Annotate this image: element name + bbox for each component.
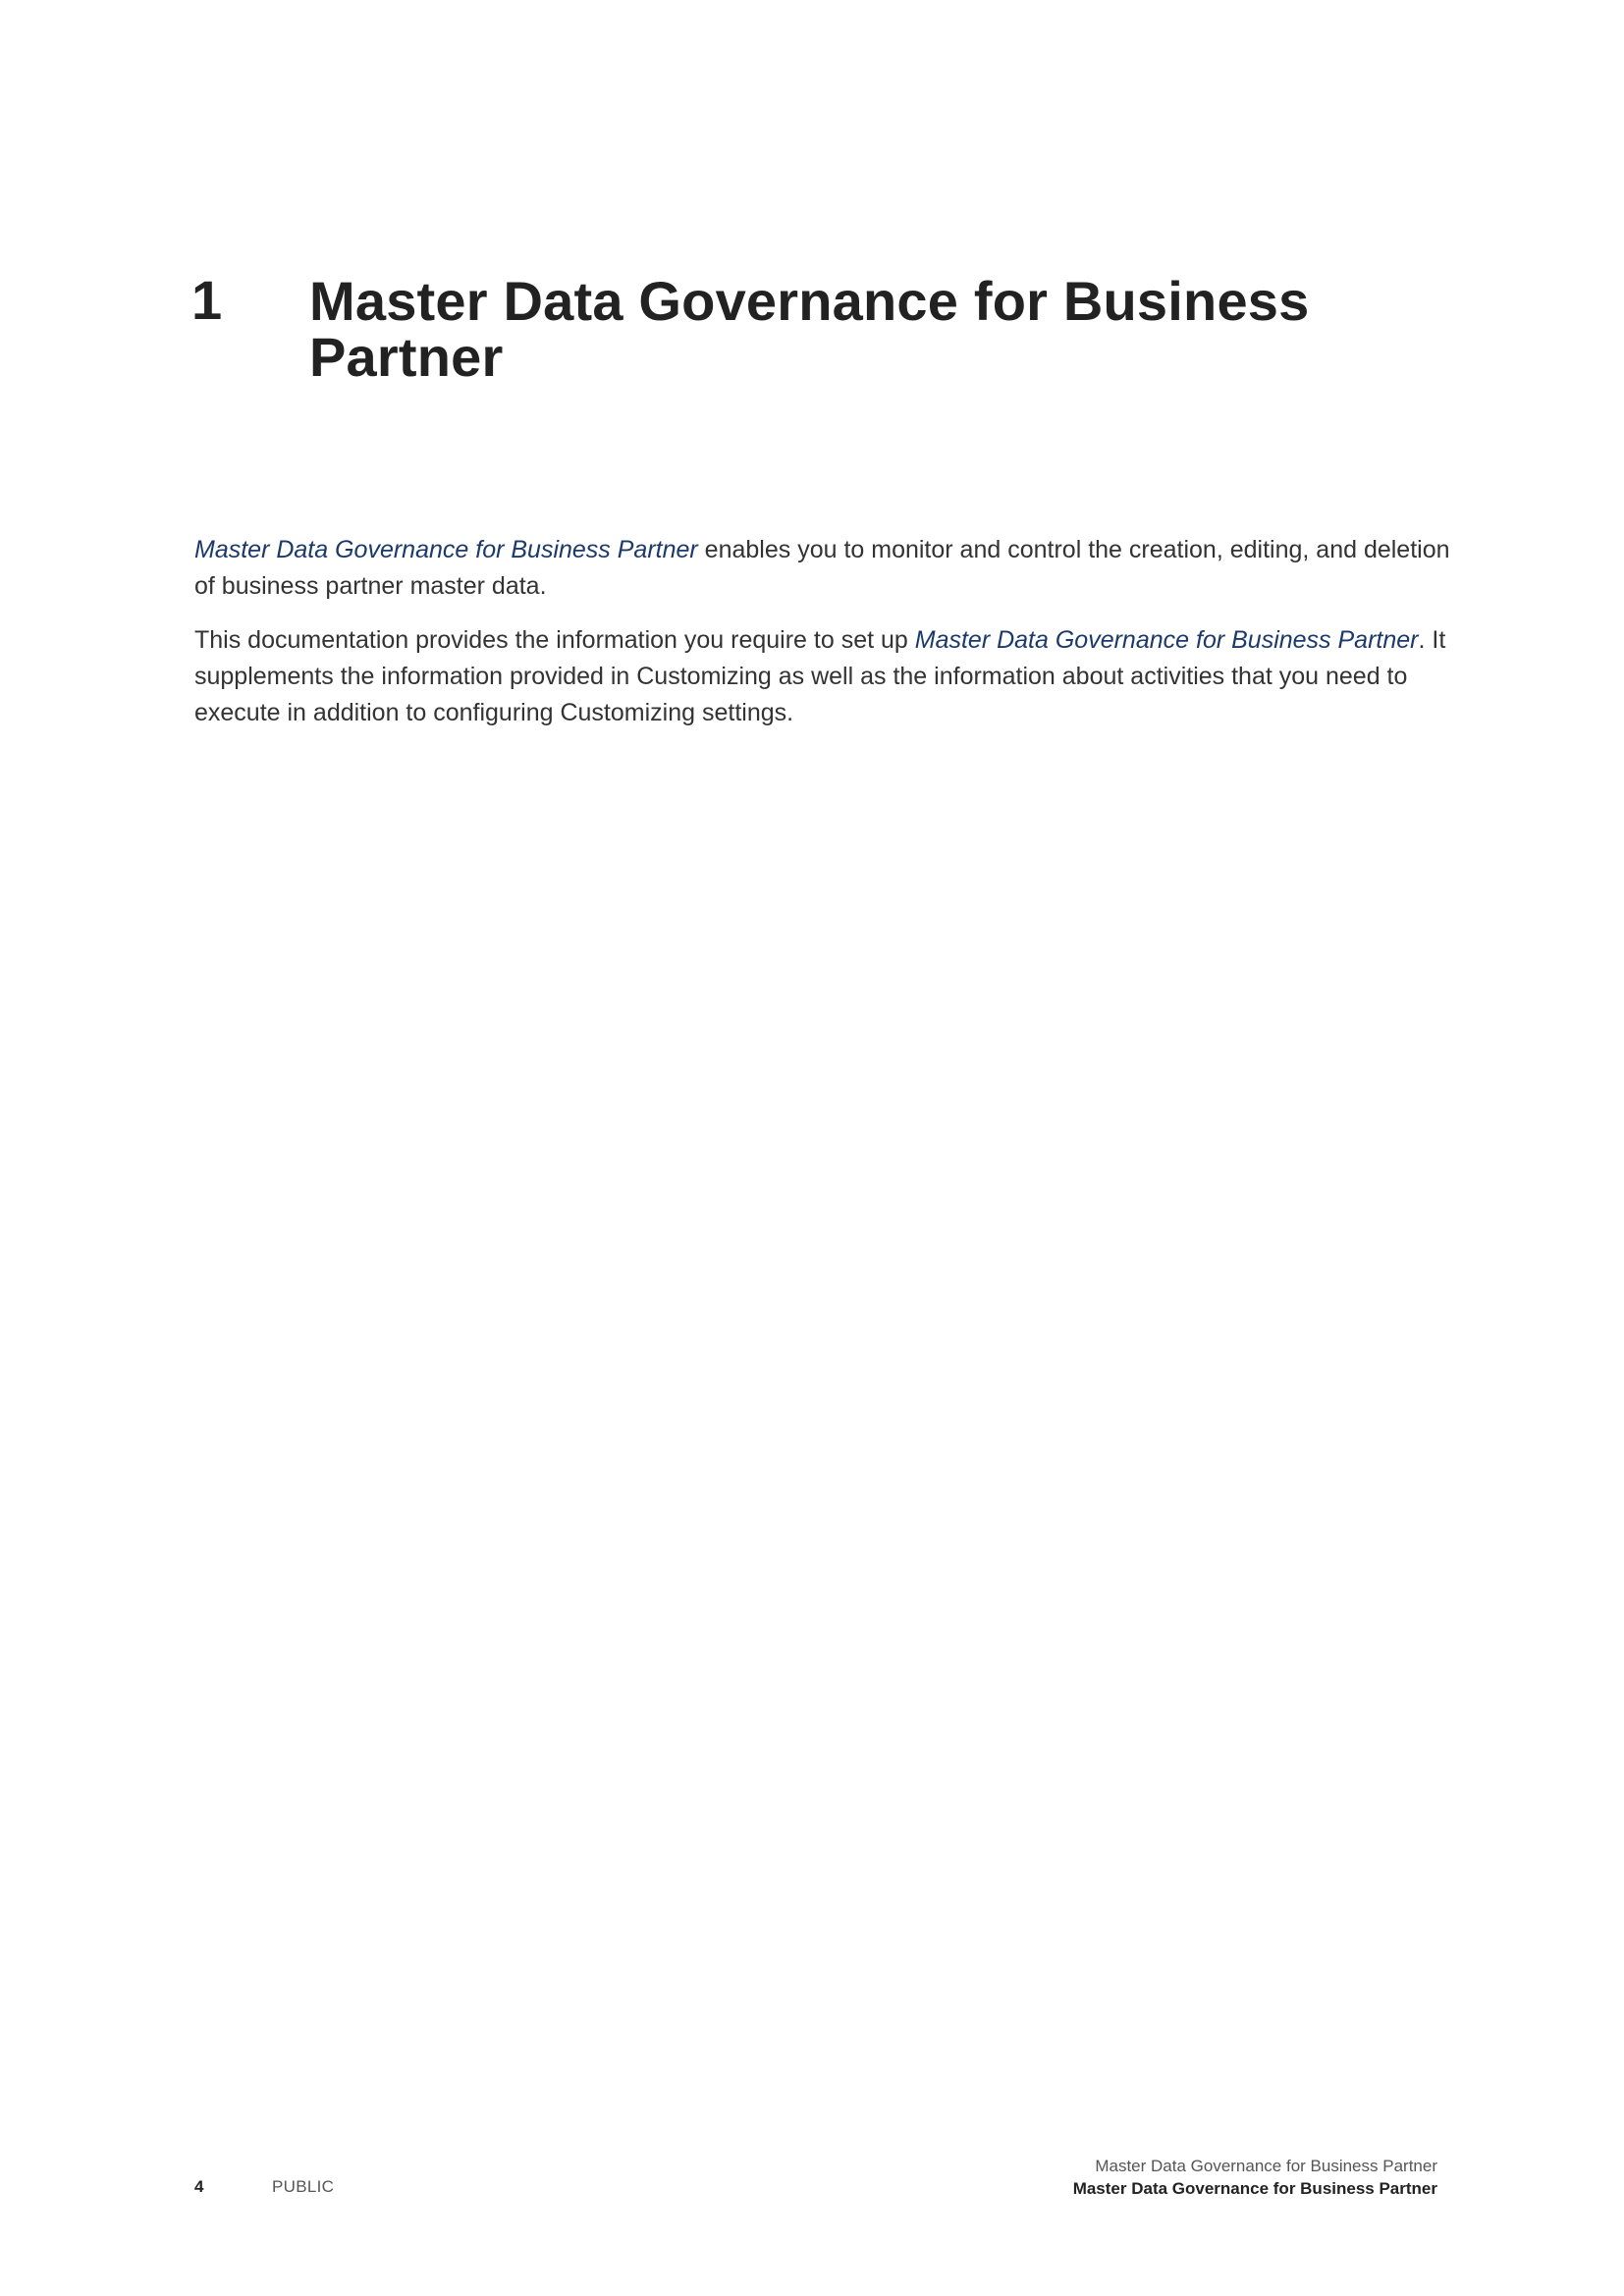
paragraph-documentation-text-before: This documentation provides the informat… [194,626,915,654]
product-name-emphasis: Master Data Governance for Business Part… [194,536,698,563]
chapter-heading: 1 Master Data Governance for Business Pa… [191,269,1468,386]
chapter-title-line-2: Partner [309,326,504,388]
classification-label: PUBLIC [272,2177,335,2196]
chapter-number: 1 [191,269,223,331]
page-number: 4 [194,2177,204,2196]
footer-left: 4 PUBLIC [194,2177,334,2197]
chapter-title-line-1: Master Data Governance for Business [309,270,1310,332]
footer-document-title: Master Data Governance for Business Part… [1095,2157,1437,2175]
footer-right: Master Data Governance for Business Part… [1073,2155,1437,2200]
chapter-title: Master Data Governance for Business Part… [309,273,1309,385]
paragraph-intro: Master Data Governance for Business Part… [194,532,1453,605]
footer-section-title: Master Data Governance for Business Part… [1072,2179,1437,2198]
product-name-emphasis: Master Data Governance for Business Part… [914,626,1419,654]
paragraph-documentation: This documentation provides the informat… [194,622,1453,731]
body-text: Master Data Governance for Business Part… [194,532,1453,749]
